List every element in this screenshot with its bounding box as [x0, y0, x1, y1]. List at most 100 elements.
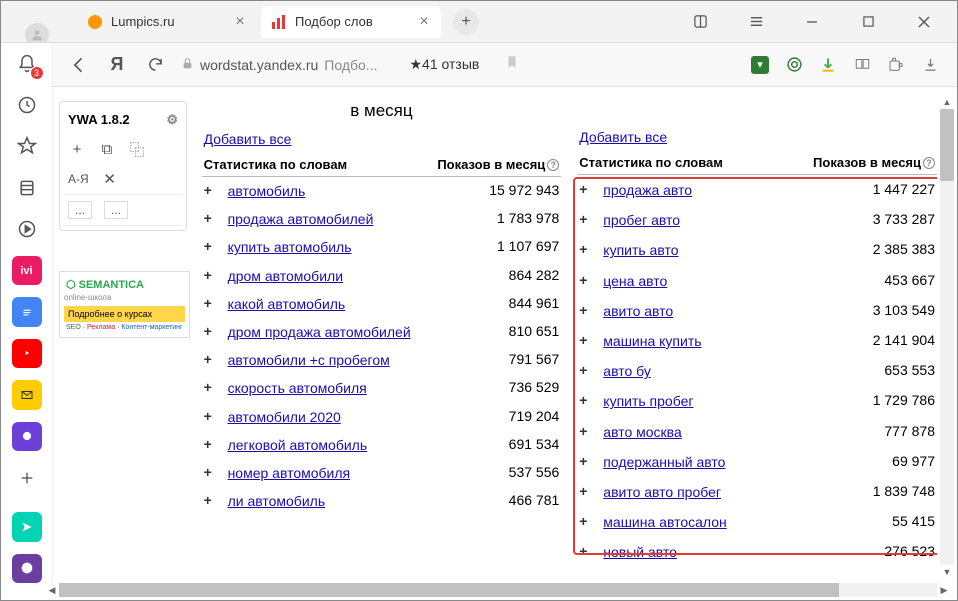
browser-tab-active[interactable]: Подбор слов ×	[261, 6, 441, 38]
horizontal-scrollbar[interactable]: ◀ ▶	[59, 583, 937, 597]
vertical-scrollbar[interactable]: ▲ ▼	[940, 109, 954, 565]
help-icon[interactable]: ?	[547, 159, 559, 171]
add-all-link[interactable]: Добавить все	[202, 125, 294, 153]
keyword-link[interactable]: авито авто	[603, 302, 815, 320]
keyword-link[interactable]: цена авто	[603, 272, 815, 290]
ywa-settings-icon[interactable]: ⚙	[166, 112, 178, 128]
add-keyword-icon[interactable]: +	[579, 181, 595, 197]
add-keyword-icon[interactable]: +	[204, 323, 220, 339]
app-icon[interactable]	[12, 422, 42, 451]
keyword-link[interactable]: авто бу	[603, 362, 815, 380]
keyword-link[interactable]: автомобиль	[228, 182, 440, 200]
scroll-up-arrow[interactable]: ▲	[940, 95, 954, 109]
keyword-link[interactable]: какой автомобиль	[228, 295, 440, 313]
ywa-more-icon[interactable]: ...	[104, 201, 128, 219]
add-keyword-icon[interactable]: +	[579, 392, 595, 408]
menu-icon[interactable]	[737, 8, 775, 36]
close-window-button[interactable]	[905, 8, 943, 36]
new-tab-button[interactable]: +	[453, 9, 479, 35]
add-keyword-icon[interactable]: +	[579, 543, 595, 559]
panel-icon[interactable]	[681, 8, 719, 36]
ywa-clear-icon[interactable]: ✕	[101, 170, 119, 188]
keyword-link[interactable]: дром автомобили	[228, 267, 440, 285]
add-keyword-icon[interactable]: +	[204, 436, 220, 452]
reload-button[interactable]	[143, 53, 167, 77]
scroll-down-arrow[interactable]: ▼	[940, 565, 954, 579]
add-keyword-icon[interactable]: +	[204, 295, 220, 311]
keyword-link[interactable]: купить авто	[603, 241, 815, 259]
rating-label[interactable]: ★41 отзыв	[409, 56, 479, 73]
alice-icon[interactable]	[12, 554, 42, 583]
keyword-link[interactable]: дром продажа автомобилей	[228, 323, 440, 341]
extensions-icon[interactable]	[887, 56, 905, 74]
add-keyword-icon[interactable]: +	[579, 272, 595, 288]
keyword-link[interactable]: автомобили +с пробегом	[228, 351, 440, 369]
keyword-link[interactable]: купить автомобиль	[228, 238, 440, 256]
keyword-link[interactable]: продажа автомобилей	[228, 210, 440, 228]
mail-app-icon[interactable]	[12, 380, 42, 409]
help-icon[interactable]: ?	[923, 157, 935, 169]
ywa-more-icon[interactable]: ...	[68, 201, 92, 219]
yandex-search-icon[interactable]: Я	[105, 53, 129, 77]
add-app-icon[interactable]	[12, 463, 42, 492]
add-keyword-icon[interactable]: +	[579, 332, 595, 348]
maximize-button[interactable]	[849, 8, 887, 36]
ywa-copy-icon[interactable]: ⧉	[98, 140, 116, 158]
add-keyword-icon[interactable]: +	[204, 210, 220, 226]
scroll-thumb[interactable]	[59, 583, 839, 597]
add-keyword-icon[interactable]: +	[579, 453, 595, 469]
back-button[interactable]	[67, 53, 91, 77]
add-keyword-icon[interactable]: +	[204, 238, 220, 254]
keyword-link[interactable]: пробег авто	[603, 211, 815, 229]
add-keyword-icon[interactable]: +	[204, 351, 220, 367]
add-keyword-icon[interactable]: +	[204, 267, 220, 283]
keyword-link[interactable]: машина купить	[603, 332, 815, 350]
close-tab-icon[interactable]: ×	[417, 15, 431, 29]
notifications-icon[interactable]: 3	[12, 49, 42, 78]
keyword-link[interactable]: авито авто пробег	[603, 483, 815, 501]
minimize-button[interactable]	[793, 8, 831, 36]
youtube-app-icon[interactable]	[12, 339, 42, 368]
scroll-left-arrow[interactable]: ◀	[45, 583, 59, 597]
keyword-link[interactable]: машина автосалон	[603, 513, 815, 531]
ivi-app-icon[interactable]: ivi	[12, 256, 42, 285]
close-tab-icon[interactable]: ×	[233, 15, 247, 29]
ad-banner[interactable]: ⬡SEMANTICA online-школа Подробнее о курс…	[59, 271, 190, 338]
keyword-link[interactable]: ли автомобиль	[228, 492, 440, 510]
docs-app-icon[interactable]	[12, 297, 42, 326]
keyword-link[interactable]: скорость автомобиля	[228, 379, 440, 397]
reader-icon[interactable]	[853, 56, 871, 74]
bookmark-icon[interactable]	[505, 54, 519, 75]
add-keyword-icon[interactable]: +	[579, 513, 595, 529]
add-keyword-icon[interactable]: +	[579, 211, 595, 227]
keyword-link[interactable]: автомобили 2020	[228, 408, 440, 426]
collections-icon[interactable]	[12, 173, 42, 202]
add-keyword-icon[interactable]: +	[204, 464, 220, 480]
keyword-link[interactable]: купить пробег	[603, 392, 815, 410]
add-keyword-icon[interactable]: +	[204, 182, 220, 198]
keyword-link[interactable]: авто москва	[603, 423, 815, 441]
keyword-link[interactable]: продажа авто	[603, 181, 815, 199]
add-keyword-icon[interactable]: +	[579, 362, 595, 378]
download-arrow-icon[interactable]	[819, 56, 837, 74]
media-icon[interactable]	[12, 215, 42, 244]
add-keyword-icon[interactable]: +	[579, 302, 595, 318]
ywa-paste-icon[interactable]: ⿻	[128, 140, 146, 158]
scroll-right-arrow[interactable]: ▶	[937, 583, 951, 597]
ywa-add-icon[interactable]: +	[68, 140, 86, 158]
keyword-link[interactable]: легковой автомобиль	[228, 436, 440, 454]
address-bar[interactable]: wordstat.yandex.ru Подбо...	[181, 57, 377, 73]
browser-tab[interactable]: Lumpics.ru ×	[77, 6, 257, 38]
add-keyword-icon[interactable]: +	[204, 408, 220, 424]
add-all-link[interactable]: Добавить все	[577, 123, 669, 151]
add-keyword-icon[interactable]: +	[579, 483, 595, 499]
keyword-link[interactable]: номер автомобиля	[228, 464, 440, 482]
add-keyword-icon[interactable]: +	[579, 423, 595, 439]
downloads-icon[interactable]	[921, 56, 939, 74]
keyword-link[interactable]: новый авто	[603, 543, 815, 561]
ywa-sort-button[interactable]: А-Я	[68, 170, 89, 188]
add-keyword-icon[interactable]: +	[204, 492, 220, 508]
extension-icon[interactable]: ▾	[751, 56, 769, 74]
favorites-icon[interactable]	[12, 132, 42, 161]
add-keyword-icon[interactable]: +	[579, 241, 595, 257]
